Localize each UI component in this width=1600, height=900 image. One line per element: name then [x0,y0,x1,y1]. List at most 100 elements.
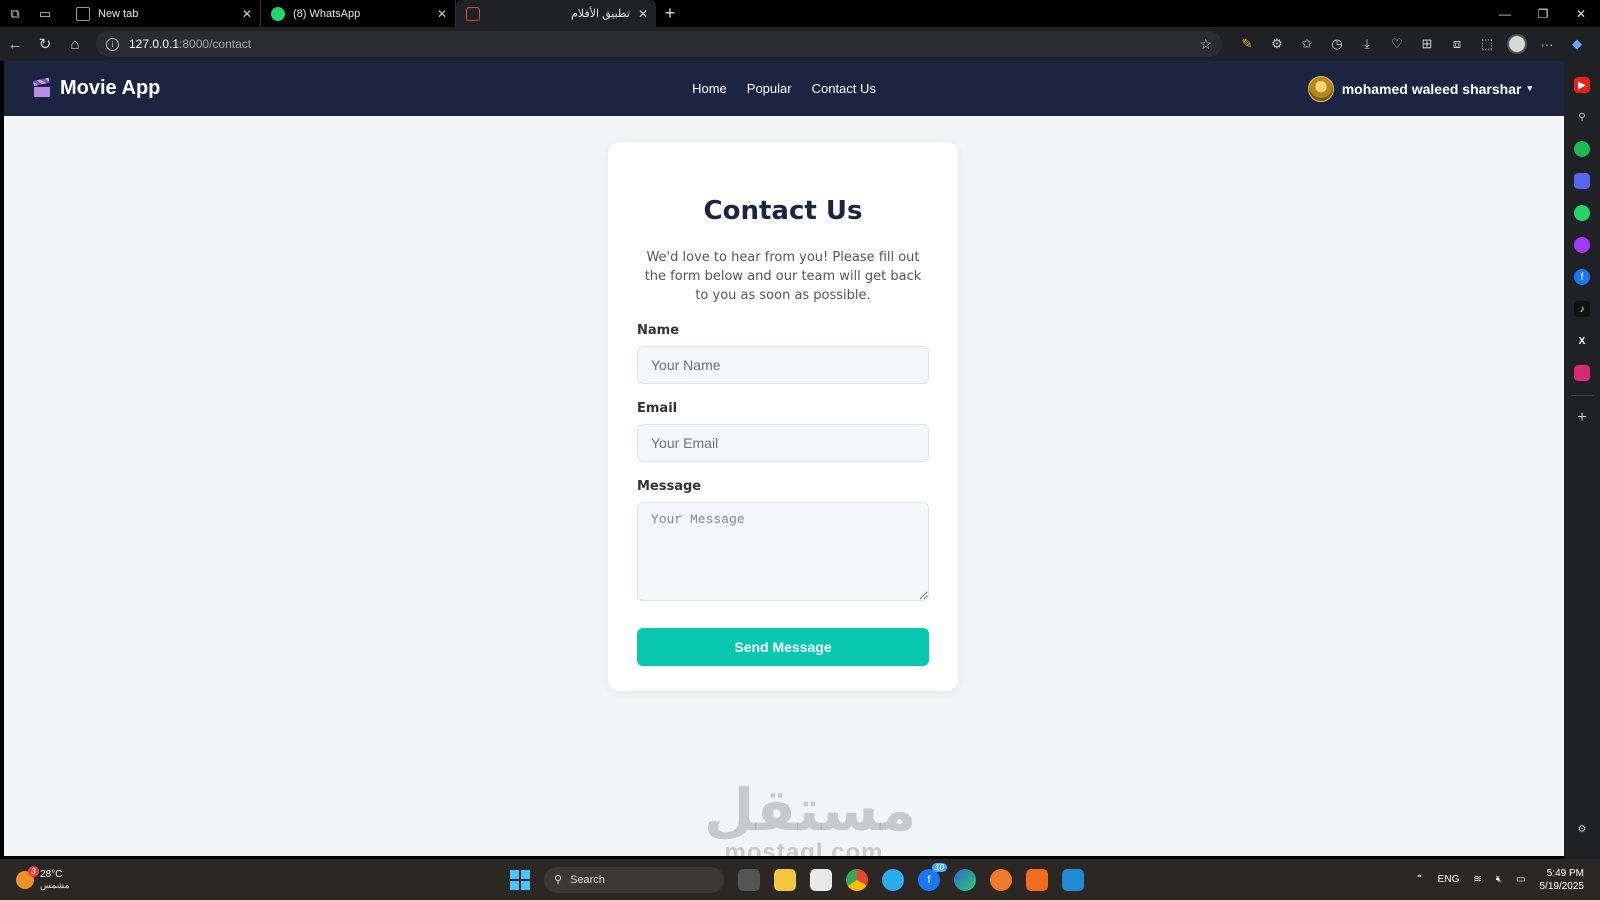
new-tab-button[interactable]: + [656,3,684,24]
tab-actions-icon[interactable]: ▭ [30,0,60,27]
system-tray: ⌃ ENG ≋ 🔇︎ ▭ 5:49 PM 5/19/2025 [1415,867,1584,893]
name-label: Name [637,323,680,338]
sidebar-settings-icon[interactable]: ⚙ [1574,821,1590,837]
home-icon[interactable]: ⌂ [60,27,90,61]
tab-title: (8) WhatsApp [293,7,361,20]
nav-link-popular[interactable]: Popular [747,81,792,96]
youtube-icon[interactable]: ▶ [1574,77,1590,93]
nav-link-home[interactable]: Home [692,81,727,96]
user-menu[interactable]: mohamed waleed sharshar ▾ [1307,75,1532,102]
browser-toolbar: ← ↻ ⌂ i 127.0.0.1:8000/contact ☆ ✎ ⚙ ✩ ◷… [0,27,1600,61]
windows-taskbar: 3 28°C مشمس ⚲ Search f 10 ⌃ ENG ≋ 🔇︎ ▭ 5:… [0,859,1600,900]
minimize-icon[interactable]: — [1486,0,1524,27]
taskbar-search[interactable]: ⚲ Search [544,866,724,893]
toolbar-icons: ✎ ⚙ ✩ ◷ ⤓ ♡ ⊞ ⧈ ⬚ ··· ◆ [1232,34,1592,54]
temperature: 28°C [40,868,63,880]
weather-badge: 3 [28,865,39,877]
workspaces-icon[interactable]: ⧉ [0,0,30,27]
time: 5:49 PM [1546,867,1584,879]
brand-logo[interactable]: Movie App [32,77,161,100]
site-navbar: Movie App Home Popular Contact Us mohame… [4,61,1564,116]
telegram-icon[interactable] [882,868,904,891]
tiktok-icon[interactable]: ♪ [1574,301,1590,317]
instagram-icon[interactable] [1574,365,1590,381]
watermark-latin: mostaql.com [724,839,884,856]
favorite-star-icon[interactable]: ☆ [1199,36,1212,53]
site-info-icon[interactable]: i [106,37,119,51]
downloads-icon[interactable]: ⤓ [1352,34,1382,54]
send-message-button[interactable]: Send Message [637,628,929,666]
facebook-icon[interactable]: f 10 [918,862,947,891]
clock[interactable]: 5:49 PM 5/19/2025 [1540,867,1585,893]
favorites-icon[interactable]: ✩ [1292,34,1322,54]
task-view-icon[interactable] [738,868,760,891]
vscode-icon[interactable] [1062,868,1084,891]
messenger-icon[interactable] [1574,237,1590,253]
x-twitter-icon[interactable]: X [1574,333,1590,349]
store-icon[interactable] [810,868,832,891]
screenshot-icon[interactable]: ⬚ [1472,34,1502,54]
spotify-icon[interactable] [1574,141,1590,157]
xampp-icon[interactable] [1026,868,1048,891]
browser-sidebar: ▶ ⚲ f ♪ X + ⚙ [1564,61,1600,859]
page-title: Contact Us [703,196,863,226]
add-sidebar-app-icon[interactable]: + [1574,409,1590,426]
split-screen-icon[interactable]: ⊞ [1412,34,1442,54]
history-icon[interactable]: ◷ [1322,34,1352,54]
back-icon[interactable]: ← [0,27,30,61]
collections-icon[interactable]: ⧈ [1442,34,1472,54]
language-indicator[interactable]: ENG [1438,874,1460,885]
chrome-icon[interactable] [846,868,868,891]
weather-widget[interactable]: 3 28°C مشمس [16,865,70,891]
movie-app-favicon [466,6,480,21]
brand-name: Movie App [60,77,161,99]
email-field[interactable] [637,424,929,462]
avatar [1307,75,1334,102]
extensions-icon[interactable]: ⚙ [1262,34,1292,54]
tab-whatsapp[interactable]: (8) WhatsApp ✕ [261,0,456,27]
sun-icon: 3 [16,865,39,889]
close-tab-icon[interactable]: ✕ [638,7,648,21]
tab-title: تطبيق الأفلام [571,8,630,20]
windows-start-icon[interactable] [510,869,530,890]
pen-icon[interactable]: ✎ [1232,34,1262,54]
window-controls: — ❐ ✕ [1486,0,1600,27]
tab-new-tab[interactable]: New tab ✕ [66,0,261,27]
close-window-icon[interactable]: ✕ [1562,0,1600,27]
contact-card: Contact Us We'd love to hear from you! P… [608,142,958,691]
wifi-icon[interactable]: ≋ [1473,874,1481,885]
contact-intro-text: We'd love to hear from you! Please fill … [644,250,922,303]
whatsapp-icon [271,6,285,21]
tab-title: New tab [98,7,139,20]
chevron-up-icon[interactable]: ⌃ [1415,874,1423,885]
restore-icon[interactable]: ❐ [1524,0,1562,27]
search-icon[interactable]: ⚲ [1574,109,1590,125]
facebook-icon[interactable]: f [1574,269,1590,285]
edge-icon[interactable] [954,868,976,891]
close-tab-icon[interactable]: ✕ [437,7,447,21]
close-tab-icon[interactable]: ✕ [242,7,252,21]
volume-muted-icon[interactable]: 🔇︎ [1496,874,1502,885]
email-label: Email [637,401,678,416]
date: 5/19/2025 [1539,880,1585,892]
battery-icon[interactable]: ▭ [1516,874,1525,885]
message-field[interactable] [637,502,929,601]
url-host: 127.0.0.1 [129,37,180,51]
address-bar[interactable]: i 127.0.0.1:8000/contact ☆ [96,31,1222,57]
profile-avatar[interactable] [1502,34,1532,54]
name-field[interactable] [637,346,929,384]
performance-icon[interactable]: ♡ [1382,34,1412,54]
search-icon: ⚲ [554,874,563,886]
browser-tab-bar: ⧉ ▭ New tab ✕ (8) WhatsApp ✕ تطبيق الأفل… [0,0,1600,27]
discord-icon[interactable] [1574,173,1590,189]
file-explorer-icon[interactable] [774,868,796,891]
whatsapp-icon[interactable] [1574,205,1590,221]
firefox-icon[interactable] [990,868,1012,891]
more-options-icon[interactable]: ··· [1532,34,1562,54]
copilot-icon[interactable]: ◆ [1562,34,1592,54]
refresh-icon[interactable]: ↻ [30,27,60,61]
nav-link-contact[interactable]: Contact Us [812,81,876,96]
main-nav: Home Popular Contact Us [692,81,876,96]
tab-movie-app[interactable]: تطبيق الأفلام ✕ [456,0,656,27]
page-icon [76,6,90,21]
